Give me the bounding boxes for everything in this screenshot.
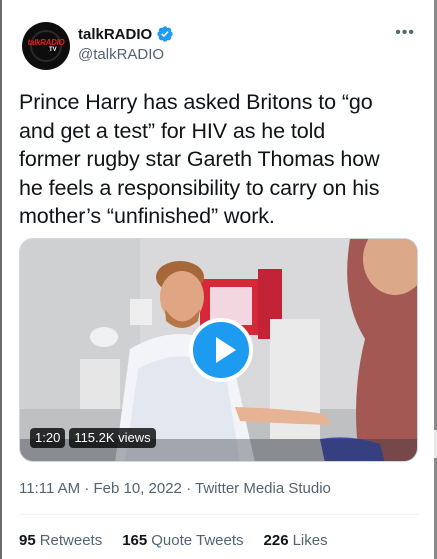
quote-tweets-label: Quote Tweets: [151, 532, 244, 549]
avatar[interactable]: talkRADIO TV: [22, 22, 70, 70]
tweet-stats: 95 Retweets 165 Quote Tweets 226 Likes: [19, 532, 348, 549]
handle[interactable]: @talkRADIO: [78, 46, 164, 63]
meta-separator: ·: [84, 480, 90, 497]
retweets-count: 95: [19, 532, 36, 549]
window-edge-left: [0, 0, 2, 559]
tweet-time[interactable]: 11:11 AM: [19, 480, 80, 497]
display-name[interactable]: talkRADIO: [78, 26, 152, 43]
likes-stat[interactable]: 226 Likes: [264, 532, 328, 549]
video-views: 115.2K views: [69, 428, 156, 448]
play-icon: [216, 337, 236, 363]
play-button[interactable]: [189, 318, 253, 382]
tweet-header: talkRADIO TV talkRADIO @talkRADIO •••: [22, 20, 417, 72]
divider: [19, 514, 419, 515]
video-player[interactable]: 1:20 115.2K views: [19, 238, 418, 462]
video-duration: 1:20: [30, 428, 66, 448]
tweet-date[interactable]: Feb 10, 2022: [94, 480, 182, 497]
quote-tweets-stat[interactable]: 165 Quote Tweets: [122, 532, 243, 549]
media-badges: 1:20 115.2K views: [30, 428, 156, 448]
avatar-logo-main: talkRADIO: [27, 38, 65, 47]
quote-tweets-count: 165: [122, 532, 148, 549]
retweets-label: Retweets: [39, 532, 103, 549]
meta-separator: ·: [186, 480, 192, 497]
tweet-source[interactable]: Twitter Media Studio: [195, 480, 331, 497]
tweet-text: Prince Harry has asked Britons to “go an…: [19, 90, 380, 228]
likes-label: Likes: [292, 532, 328, 549]
avatar-logo-sub: TV: [49, 47, 57, 53]
tweet-meta: 11:11 AM · Feb 10, 2022 · Twitter Media …: [19, 480, 331, 497]
more-icon[interactable]: •••: [395, 24, 415, 42]
verified-badge-icon: [157, 26, 173, 42]
name-row: talkRADIO: [78, 24, 174, 44]
likes-count: 226: [263, 532, 289, 549]
retweets-stat[interactable]: 95 Retweets: [19, 532, 102, 549]
